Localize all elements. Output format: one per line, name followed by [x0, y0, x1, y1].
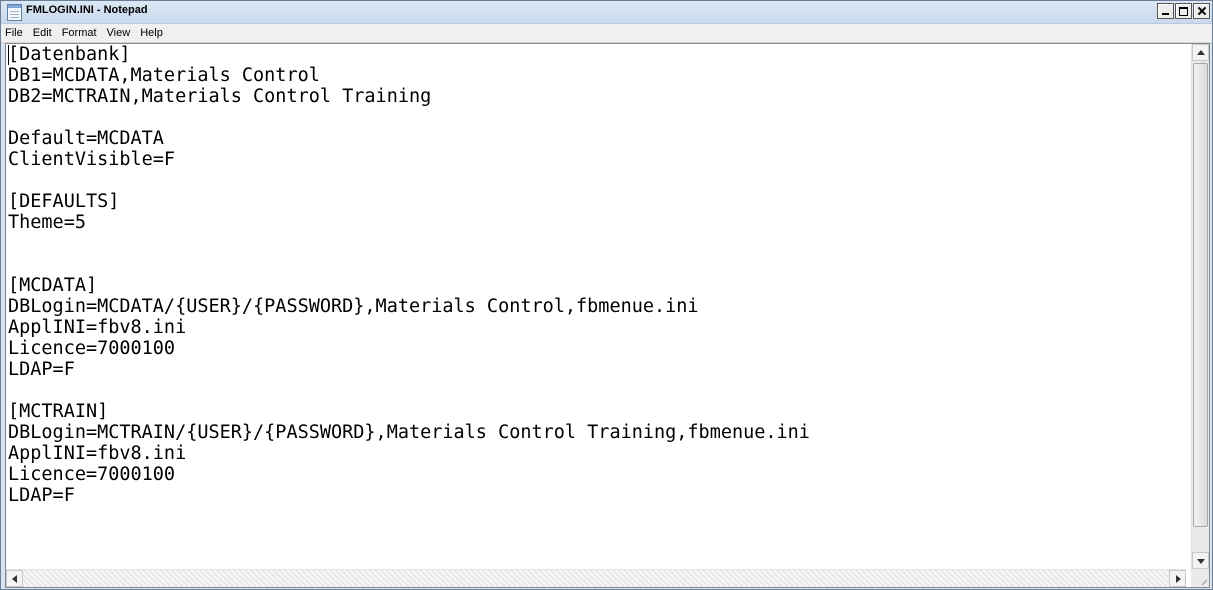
menu-edit[interactable]: Edit [28, 24, 57, 42]
minimize-button[interactable] [1157, 3, 1174, 19]
scroll-up-button[interactable] [1192, 44, 1209, 61]
text-area[interactable]: [Datenbank] DB1=MCDATA,Materials Control D… [6, 44, 1186, 569]
menu-bar: File Edit Format View Help [1, 24, 1212, 43]
menu-file[interactable]: File [1, 24, 28, 42]
text-line: ApplINI=fbv8.ini [8, 317, 187, 338]
vertical-scrollbar[interactable] [1191, 44, 1209, 569]
text-line: Theme=5 [8, 212, 86, 233]
resize-grip-icon[interactable] [1191, 569, 1209, 587]
horizontal-scrollbar[interactable] [6, 569, 1186, 587]
text-line [6, 254, 1186, 275]
arrow-right-icon [1176, 575, 1181, 583]
vertical-scroll-thumb[interactable] [1193, 63, 1208, 527]
text-line: [MCTRAIN] [8, 401, 109, 422]
arrow-up-icon [1197, 50, 1205, 55]
notepad-window: FMLOGIN.INI - Notepad File Edit Format V… [0, 0, 1213, 590]
text-line: Licence=7000100 [8, 338, 176, 359]
scroll-down-button[interactable] [1192, 552, 1209, 569]
text-line [6, 170, 1186, 191]
text-line: DB2=MCTRAIN,Materials Control Training [8, 86, 432, 107]
close-button[interactable] [1193, 3, 1210, 19]
scroll-left-button[interactable] [6, 570, 23, 587]
arrow-down-icon [1197, 559, 1205, 564]
menu-help[interactable]: Help [135, 24, 168, 42]
maximize-button[interactable] [1175, 3, 1192, 19]
text-line: DB1=MCDATA,Materials Control [8, 65, 320, 86]
arrow-left-icon [12, 575, 17, 583]
text-line: LDAP=F [8, 359, 75, 380]
text-line [6, 107, 1186, 128]
notepad-icon[interactable] [7, 4, 22, 21]
menu-view[interactable]: View [102, 24, 136, 42]
scroll-right-button[interactable] [1169, 570, 1186, 587]
text-line: ApplINI=fbv8.ini [8, 443, 187, 464]
text-line: [MCDATA] [8, 275, 98, 296]
text-caret [8, 45, 9, 65]
caption-buttons [1156, 3, 1210, 21]
window-title: FMLOGIN.INI - Notepad [26, 4, 148, 16]
text-line [6, 233, 1186, 254]
text-line: [DEFAULTS] [8, 191, 120, 212]
text-line [6, 380, 1186, 401]
text-line: DBLogin=MCDATA/{USER}/{PASSWORD},Materia… [8, 296, 699, 317]
title-bar[interactable]: FMLOGIN.INI - Notepad [1, 1, 1212, 24]
text-line: LDAP=F [8, 485, 75, 506]
editor: [Datenbank] DB1=MCDATA,Materials Control D… [5, 43, 1210, 588]
text-line: Default=MCDATA [8, 128, 164, 149]
menu-format[interactable]: Format [57, 24, 102, 42]
text-line: ClientVisible=F [8, 149, 176, 170]
text-line: DBLogin=MCTRAIN/{USER}/{PASSWORD},Materi… [8, 422, 810, 443]
text-line: Licence=7000100 [8, 464, 176, 485]
text-line: [Datenbank] [8, 44, 131, 65]
